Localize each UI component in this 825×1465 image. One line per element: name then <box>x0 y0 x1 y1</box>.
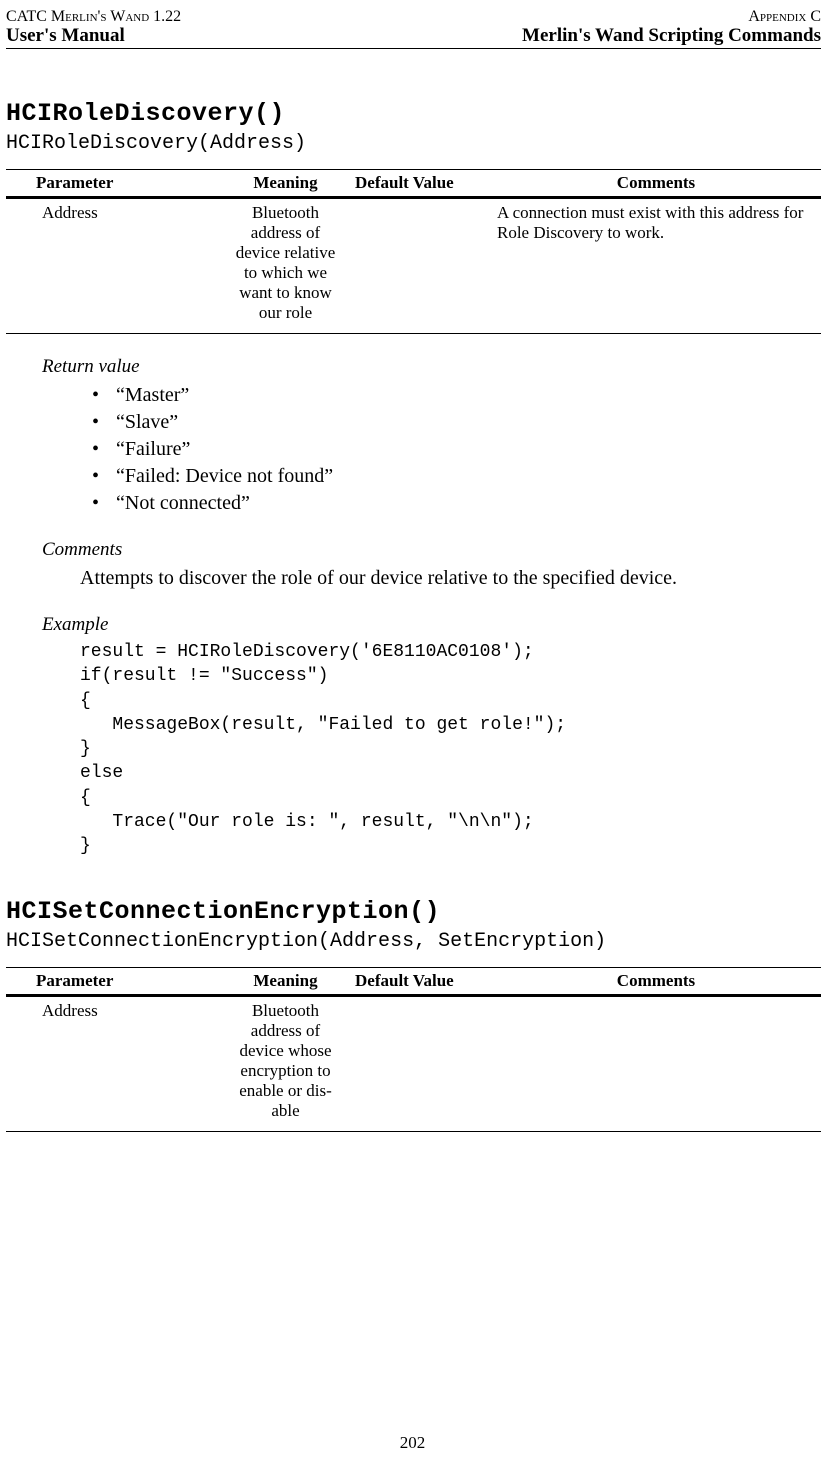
col-default: Default Value <box>349 967 491 995</box>
col-parameter: Parameter <box>6 967 222 995</box>
comments-heading: Comments <box>42 539 821 561</box>
list-item: “Slave” <box>92 409 821 436</box>
table-header-row: Parameter Meaning Default Value Comments <box>6 170 821 198</box>
list-item: “Not connected” <box>92 490 821 517</box>
parameter-table: Parameter Meaning Default Value Comments… <box>6 169 821 334</box>
table-row: Address Bluetooth address of device rela… <box>6 198 821 334</box>
cell-meaning: Bluetooth address of device whose encryp… <box>222 995 349 1131</box>
return-value-list: “Master” “Slave” “Failure” “Failed: Devi… <box>6 382 821 517</box>
col-meaning: Meaning <box>222 967 349 995</box>
return-value-heading: Return value <box>42 356 821 378</box>
header-left-top: CATC Merlin's Wand 1.22 <box>6 8 181 26</box>
section-title: HCISetConnectionEncryption() <box>6 897 821 926</box>
list-item: “Failure” <box>92 436 821 463</box>
col-meaning: Meaning <box>222 170 349 198</box>
col-default: Default Value <box>349 170 491 198</box>
header-left-sub: User's Manual <box>6 25 125 47</box>
header-right-top: Appendix C <box>748 8 821 26</box>
cell-comments <box>491 995 821 1131</box>
function-signature: HCISetConnectionEncryption(Address, SetE… <box>6 930 821 953</box>
cell-meaning: Bluetooth address of device rela­tive to… <box>222 198 349 334</box>
running-header-sub: User's Manual Merlin's Wand Scripting Co… <box>6 25 821 49</box>
parameter-table: Parameter Meaning Default Value Comments… <box>6 967 821 1132</box>
running-header-top: CATC Merlin's Wand 1.22 Appendix C <box>6 8 821 26</box>
function-signature: HCIRoleDiscovery(Address) <box>6 132 821 155</box>
col-parameter: Parameter <box>6 170 222 198</box>
col-comments: Comments <box>491 170 821 198</box>
example-heading: Example <box>42 614 821 636</box>
example-code: result = HCIRoleDiscovery('6E8110AC0108'… <box>80 640 821 859</box>
cell-comments: A connection must exist with this addres… <box>491 198 821 334</box>
page-number: 202 <box>0 1433 825 1453</box>
cell-parameter: Address <box>6 995 222 1131</box>
cell-parameter: Address <box>6 198 222 334</box>
comments-body: Attempts to discover the role of our dev… <box>80 565 821 592</box>
cell-default <box>349 995 491 1131</box>
header-right-sub: Merlin's Wand Scripting Commands <box>522 25 821 47</box>
section-title: HCIRoleDiscovery() <box>6 99 821 128</box>
col-comments: Comments <box>491 967 821 995</box>
table-header-row: Parameter Meaning Default Value Comments <box>6 967 821 995</box>
table-row: Address Bluetooth address of device whos… <box>6 995 821 1131</box>
list-item: “Failed: Device not found” <box>92 463 821 490</box>
list-item: “Master” <box>92 382 821 409</box>
cell-default <box>349 198 491 334</box>
